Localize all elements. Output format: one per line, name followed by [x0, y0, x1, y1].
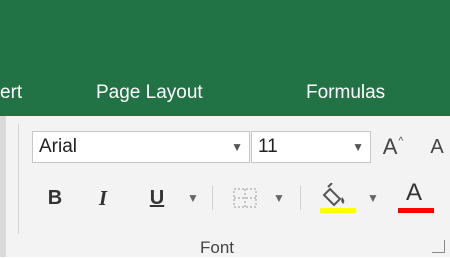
fill-color-button[interactable] [318, 182, 358, 214]
fill-color-dropdown-icon[interactable]: ▼ [366, 182, 380, 214]
font-size-combo[interactable]: 11 ▼ [251, 131, 371, 163]
dialog-launcher-icon[interactable] [432, 240, 445, 253]
title-bar [0, 0, 450, 74]
decrease-font-size-icon: A [430, 135, 444, 158]
borders-icon [233, 188, 257, 208]
toolbar-separator [212, 186, 213, 210]
toolbar-separator [300, 186, 301, 210]
ribbon-tab-bar: ert Page Layout Formulas [0, 74, 450, 116]
increase-font-size-button[interactable]: A ^ [378, 131, 408, 163]
decrease-font-size-button[interactable]: A [424, 131, 450, 163]
font-group-label: Font [200, 238, 235, 257]
tab-insert[interactable]: ert [0, 75, 22, 111]
ribbon-edge [0, 116, 6, 257]
font-color-button[interactable]: A [396, 179, 436, 214]
italic-button[interactable]: I [88, 182, 118, 214]
tab-page-layout[interactable]: Page Layout [96, 75, 203, 111]
paint-bucket-icon [320, 183, 356, 213]
group-divider [18, 124, 19, 234]
font-color-icon: A [406, 179, 423, 206]
tab-formulas[interactable]: Formulas [306, 75, 385, 111]
underline-button[interactable]: U [142, 182, 172, 214]
fill-color-swatch [320, 208, 356, 213]
font-name-value: Arial [39, 136, 78, 157]
caret-up-icon: ^ [398, 135, 404, 147]
underline-dropdown-icon[interactable]: ▼ [186, 182, 200, 214]
font-color-swatch [398, 208, 434, 213]
chevron-down-icon[interactable]: ▼ [352, 132, 364, 162]
borders-button[interactable] [226, 182, 264, 214]
bold-button[interactable]: B [40, 182, 70, 214]
chevron-down-icon[interactable]: ▼ [231, 132, 243, 162]
increase-font-size-icon: A [382, 134, 398, 159]
borders-dropdown-icon[interactable]: ▼ [272, 182, 286, 214]
font-name-combo[interactable]: Arial ▼ [32, 131, 250, 163]
font-size-value: 11 [258, 136, 278, 157]
